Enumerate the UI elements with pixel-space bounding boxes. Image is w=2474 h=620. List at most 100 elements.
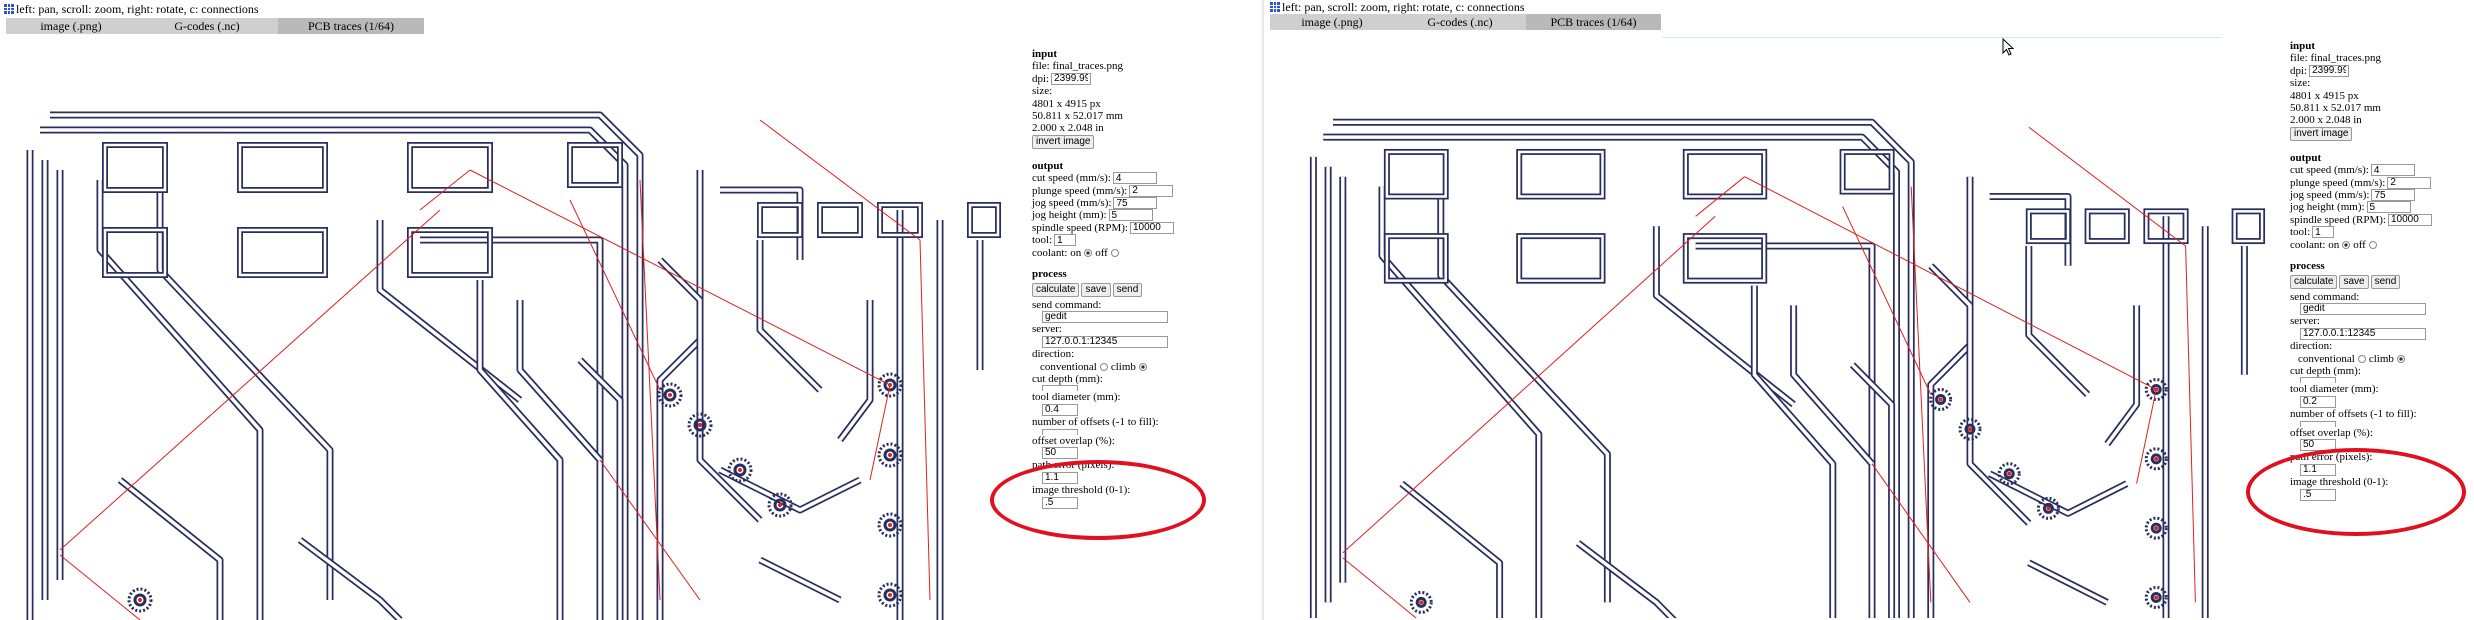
save-button[interactable]: save	[1081, 282, 1111, 297]
toolpath-trace-gap	[1400, 482, 1502, 618]
coolant-on-radio[interactable]	[1084, 248, 1093, 257]
calculate-button[interactable]: calculate	[2290, 274, 2338, 289]
pad-outline-gap	[758, 203, 802, 237]
toolpath-trace-gap	[1576, 541, 1675, 618]
offsets-label: number of offsets (-1 to fill):	[2290, 408, 2417, 421]
tab-pcb-traces[interactable]: PCB traces (1/64)	[1526, 14, 1661, 30]
direction-label: direction:	[1032, 348, 1075, 361]
jog-height-input[interactable]	[2366, 201, 2411, 214]
server-label: server:	[2290, 315, 2320, 328]
save-button[interactable]: save	[2339, 274, 2369, 289]
toolpath-view[interactable]	[1264, 38, 2284, 618]
connection-line	[919, 239, 931, 601]
size-px: 4801 x 4915 px	[1032, 97, 1101, 110]
climb-radio[interactable]	[2396, 354, 2405, 363]
settings-panel: input file: final_traces.png dpi: size: …	[1032, 48, 1174, 509]
tab-gcodes[interactable]: G-codes (.nc)	[1394, 14, 1526, 30]
spindle-speed-input[interactable]	[2387, 213, 2432, 226]
file-name: file: final_traces.png	[1032, 60, 1124, 73]
jog-speed-input[interactable]	[2371, 189, 2416, 202]
tab-image[interactable]: image (.png)	[6, 18, 136, 34]
dpi-input[interactable]	[1051, 72, 1092, 85]
pad-outline	[967, 202, 1001, 238]
conventional-radio[interactable]	[2357, 354, 2366, 363]
toolpath-trace-gap	[158, 190, 332, 600]
offsets-input[interactable]	[1042, 428, 1078, 435]
offset-overlap-label: offset overlap (%):	[2290, 426, 2373, 439]
cut-speed-input[interactable]	[2370, 164, 2415, 177]
process-heading: process	[2290, 260, 2325, 273]
file-name: file: final_traces.png	[2290, 52, 2382, 65]
dpi-input[interactable]	[2309, 64, 2350, 77]
pad-outline	[102, 142, 168, 193]
climb-radio[interactable]	[1138, 362, 1147, 371]
right-window: left: pan, scroll: zoom, right: rotate, …	[1264, 0, 2474, 620]
jog-height-label: jog height (mm):	[2290, 201, 2365, 214]
coolant-on-label: on	[2328, 238, 2340, 251]
send-button[interactable]: send	[2370, 274, 2401, 289]
via-center	[778, 503, 782, 507]
tab-image[interactable]: image (.png)	[1270, 14, 1394, 30]
via-center	[888, 453, 892, 457]
invert-image-button[interactable]: invert image	[1032, 134, 1095, 149]
pad-outline-gap	[1517, 150, 1604, 198]
tool-input[interactable]	[2312, 226, 2335, 239]
pad-outline-gap	[238, 228, 327, 277]
path-error-label: path error (pixels):	[2290, 451, 2373, 464]
toolpath-trace-gap	[2027, 246, 2089, 396]
plunge-speed-label: plunge speed (mm/s):	[1032, 184, 1128, 197]
pad-outline-gap	[408, 143, 492, 192]
plunge-speed-input[interactable]	[1129, 184, 1174, 197]
pad-outline	[407, 142, 493, 193]
calculate-button[interactable]: calculate	[1032, 282, 1080, 297]
jog-height-input[interactable]	[1108, 209, 1153, 222]
coolant-on-radio[interactable]	[2342, 240, 2351, 249]
pad-outline	[1516, 233, 1606, 284]
cut-speed-input[interactable]	[1112, 172, 1157, 185]
pad-outline-gap	[103, 143, 167, 192]
jog-speed-input[interactable]	[1113, 197, 1158, 210]
tab-pcb-traces[interactable]: PCB traces (1/64)	[278, 18, 424, 34]
pad-outline-gap	[818, 203, 862, 237]
offsets-input[interactable]	[2300, 420, 2336, 427]
offset-overlap-input[interactable]	[1042, 446, 1078, 459]
toolpath-view[interactable]	[0, 40, 1020, 620]
plunge-speed-input[interactable]	[2387, 176, 2432, 189]
via-center	[2154, 526, 2159, 531]
path-error-input[interactable]	[2300, 463, 2336, 476]
toolpath-trace-gap	[1439, 196, 1610, 603]
input-heading: input	[1032, 48, 1058, 60]
pad-outline-gap	[2086, 210, 2129, 243]
send-command-input[interactable]	[2300, 302, 2426, 315]
tool-diameter-label: tool diameter (mm):	[2290, 383, 2379, 396]
server-input[interactable]	[1042, 335, 1168, 348]
toolpath-trace	[2025, 246, 2091, 397]
size-in: 2.000 x 2.048 in	[1032, 122, 1104, 135]
send-button[interactable]: send	[1112, 282, 1143, 297]
coolant-off-radio[interactable]	[2368, 240, 2377, 249]
send-command-input[interactable]	[1042, 310, 1168, 323]
offset-overlap-input[interactable]	[2300, 438, 2336, 451]
toolpath-trace	[1790, 305, 1875, 467]
plunge-speed-label: plunge speed (mm/s):	[2290, 176, 2386, 189]
via-center	[1419, 600, 1424, 605]
pad-outline-gap	[1517, 234, 1604, 282]
coolant-off-radio[interactable]	[1110, 248, 1119, 257]
tool-input[interactable]	[1054, 234, 1077, 247]
image-threshold-input[interactable]	[1042, 496, 1078, 509]
tab-gcodes[interactable]: G-codes (.nc)	[136, 18, 278, 34]
invert-image-button[interactable]: invert image	[2290, 126, 2353, 141]
tool-diameter-input[interactable]	[1042, 403, 1078, 416]
send-command-label: send command:	[1032, 298, 1102, 311]
via-center	[2154, 595, 2159, 600]
server-input[interactable]	[2300, 327, 2426, 340]
settings-panel: input file: final_traces.png dpi: size: …	[2290, 40, 2432, 501]
toolpath-canvas[interactable]	[1264, 38, 2284, 618]
tool-diameter-input[interactable]	[2300, 395, 2336, 408]
hint-text: left: pan, scroll: zoom, right: rotate, …	[16, 2, 259, 16]
toolpath-canvas[interactable]	[0, 40, 1020, 620]
conventional-radio[interactable]	[1099, 362, 1108, 371]
path-error-input[interactable]	[1042, 471, 1078, 484]
image-threshold-input[interactable]	[2300, 488, 2336, 501]
spindle-speed-input[interactable]	[1129, 221, 1174, 234]
